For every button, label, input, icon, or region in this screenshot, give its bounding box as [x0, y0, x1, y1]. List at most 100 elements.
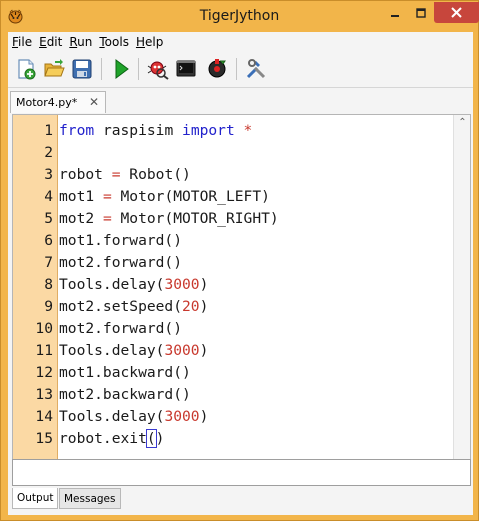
code-token: 20: [182, 298, 200, 315]
close-window-button[interactable]: [434, 2, 479, 23]
line-number: 1: [44, 122, 53, 139]
tools-button[interactable]: [244, 57, 268, 81]
code-line[interactable]: Tools.delay(3000): [59, 406, 208, 428]
menu-bar: File Edit Run Tools Help: [8, 32, 473, 52]
code-token: mot1.backward(): [59, 364, 191, 381]
editor-tab-row: Motor4.py* ✕: [8, 89, 473, 113]
code-token: (: [145, 429, 157, 448]
run-icon: [115, 59, 129, 79]
code-token: Motor(MOTOR_LEFT): [111, 188, 270, 205]
line-number: 6: [44, 232, 53, 249]
code-token: mot1: [59, 188, 103, 205]
code-token: *: [243, 122, 253, 139]
scroll-up-icon[interactable]: ⌃: [457, 118, 468, 128]
code-text-area[interactable]: from raspisim import * robot = Robot() mot…: [59, 115, 453, 480]
settings-tools-icon: [246, 59, 266, 79]
maximize-button[interactable]: [408, 2, 434, 23]
code-token: mot2: [59, 210, 103, 227]
code-token: from: [59, 122, 95, 139]
code-line[interactable]: Tools.delay(3000): [59, 274, 208, 296]
menu-tools[interactable]: Tools: [95, 35, 132, 49]
toolbar: [8, 52, 473, 88]
app-window: TigerJython File Edit Run Tools Help Mot…: [0, 0, 479, 521]
code-token: ): [199, 408, 209, 425]
console-button[interactable]: [174, 57, 198, 81]
code-line[interactable]: mot2.backward(): [59, 384, 191, 406]
save-button[interactable]: [70, 57, 94, 81]
code-token: Tools.delay(: [59, 342, 165, 359]
code-token: Robot(): [120, 166, 191, 183]
robot-icon: [208, 59, 226, 78]
debug-button[interactable]: [146, 57, 170, 81]
code-token: mot2.forward(): [59, 320, 183, 337]
tab-label: Motor4.py*: [16, 96, 78, 109]
line-number: 13: [35, 386, 53, 403]
code-line[interactable]: mot2.forward(): [59, 318, 182, 340]
open-folder-icon: [44, 59, 65, 77]
code-editor[interactable]: 1 2 3 4 5 6 7 8 9 10 11 12 13 14 15 from raspisim impo…: [12, 114, 471, 481]
line-number-gutter: 1 2 3 4 5 6 7 8 9 10 11 12 13 14 15: [13, 115, 58, 480]
code-token: mot2.setSpeed(: [59, 298, 183, 315]
code-token: 3000: [164, 408, 200, 425]
code-token: ): [199, 298, 209, 315]
code-line[interactable]: robot.exit(): [59, 428, 164, 450]
client-area: File Edit Run Tools Help Motor4.py* ✕ 1 …: [8, 32, 473, 515]
output-console[interactable]: [12, 459, 471, 486]
tab-output[interactable]: Output: [12, 488, 59, 509]
line-number: 15: [35, 430, 53, 447]
code-token: =: [111, 166, 121, 183]
minimize-button[interactable]: [382, 2, 408, 23]
code-line[interactable]: mot2.setSpeed(20): [59, 296, 208, 318]
toolbar-separator: [101, 58, 102, 80]
toolbar-separator: [236, 58, 237, 80]
code-token: ): [199, 276, 209, 293]
code-token: Motor(MOTOR_RIGHT): [111, 210, 279, 227]
code-token: Tools.delay(: [59, 276, 165, 293]
menu-edit[interactable]: Edit: [35, 35, 65, 49]
code-token: robot.exit: [59, 430, 147, 447]
new-file-button[interactable]: [14, 57, 38, 81]
open-file-button[interactable]: [42, 57, 66, 81]
code-line[interactable]: mot2.forward(): [59, 252, 182, 274]
vertical-scrollbar[interactable]: ⌃ ⌄: [453, 115, 470, 480]
code-token: mot2.backward(): [59, 386, 191, 403]
tab-motor4[interactable]: Motor4.py* ✕: [10, 91, 106, 113]
bottom-tab-row: Output Messages: [12, 488, 471, 510]
code-line[interactable]: mot2 = Motor(MOTOR_RIGHT): [59, 208, 279, 230]
run-button[interactable]: [109, 57, 133, 81]
tab-messages[interactable]: Messages: [59, 488, 121, 509]
line-number: 2: [44, 144, 53, 161]
line-number: 3: [44, 166, 53, 183]
line-number: 11: [35, 342, 53, 359]
toolbar-separator: [138, 58, 139, 80]
save-icon: [72, 59, 92, 79]
line-number: 14: [35, 408, 53, 425]
robot-button[interactable]: [205, 57, 229, 81]
code-line[interactable]: mot1 = Motor(MOTOR_LEFT): [59, 186, 270, 208]
tab-close-icon[interactable]: ✕: [89, 95, 99, 109]
title-bar[interactable]: TigerJython: [1, 1, 479, 32]
line-number: 9: [44, 298, 53, 315]
code-token: Tools.delay(: [59, 408, 165, 425]
code-line[interactable]: mot1.forward(): [59, 230, 182, 252]
code-token: robot: [59, 166, 112, 183]
code-token: mot2.forward(): [59, 254, 183, 271]
maximize-icon: [416, 7, 426, 18]
code-line[interactable]: from raspisim import *: [59, 120, 252, 142]
code-token: =: [102, 188, 112, 205]
menu-run[interactable]: Run: [65, 35, 95, 49]
menu-help[interactable]: Help: [132, 35, 166, 49]
menu-file[interactable]: File: [8, 35, 35, 49]
code-token: =: [102, 210, 112, 227]
new-file-icon: [18, 59, 36, 80]
code-token: ): [155, 430, 165, 447]
code-token: ): [199, 342, 209, 359]
code-token: import: [182, 122, 235, 139]
minimize-icon: [391, 14, 399, 17]
code-line[interactable]: robot = Robot(): [59, 164, 191, 186]
code-line[interactable]: mot1.backward(): [59, 362, 191, 384]
code-token: raspisim: [94, 122, 183, 139]
line-number: 7: [44, 254, 53, 271]
code-line[interactable]: Tools.delay(3000): [59, 340, 208, 362]
